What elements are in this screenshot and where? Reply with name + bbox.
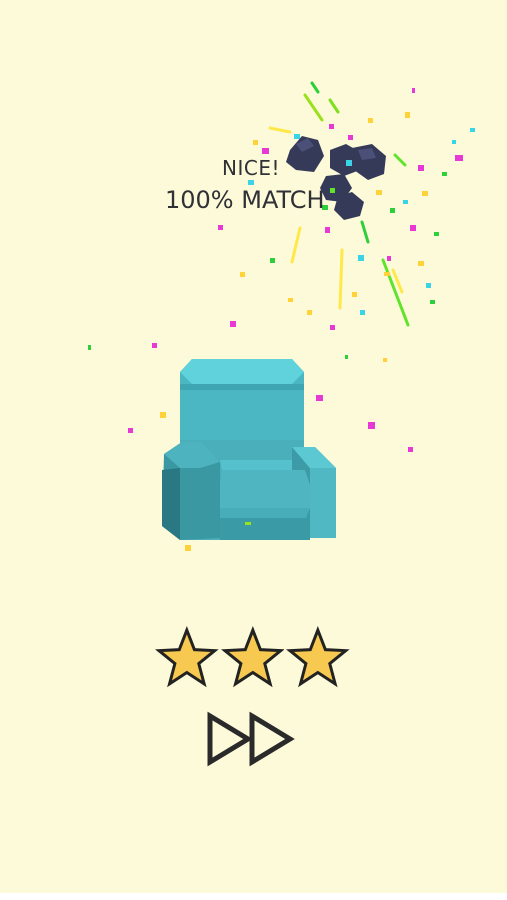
fast-forward-icon[interactable]: [204, 710, 299, 768]
star-icon: [286, 626, 351, 688]
star-rating: [155, 626, 351, 692]
smoke-puff-icon: [286, 136, 386, 220]
star-icon: [220, 626, 285, 688]
game-screen: NICE! 100% MATCH: [0, 0, 507, 893]
armchair-model: [162, 359, 336, 540]
star-icon: [155, 626, 219, 688]
result-headline: NICE!: [222, 156, 280, 180]
